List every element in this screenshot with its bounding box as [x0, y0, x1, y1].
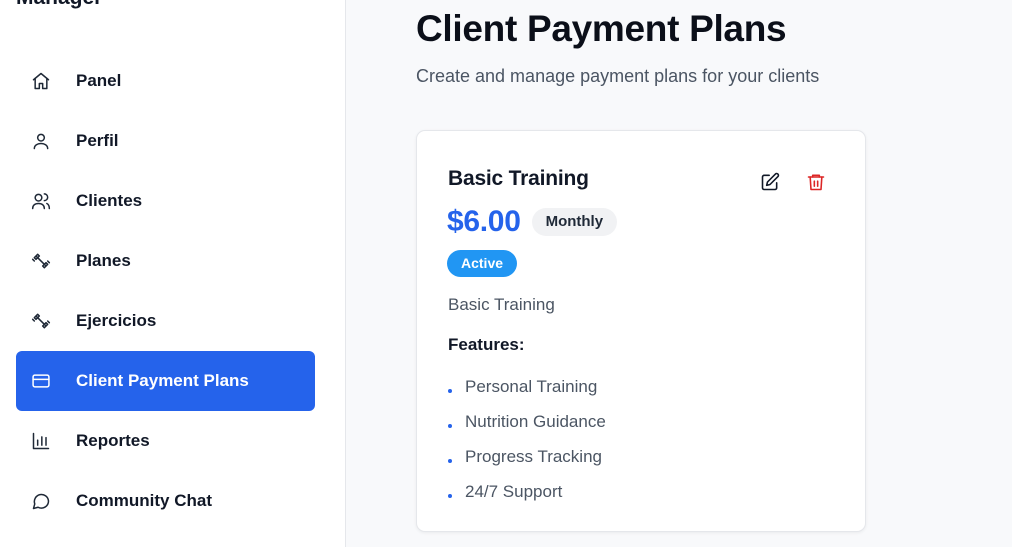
features-list: Personal Training Nutrition Guidance Pro…: [448, 369, 606, 509]
credit-card-icon: [30, 370, 52, 392]
sidebar-item-label: Perfil: [76, 131, 119, 150]
sidebar-item-label: Client Payment Plans: [76, 371, 249, 390]
sidebar-item-perfil[interactable]: Perfil: [16, 111, 315, 171]
app-root: Manager Panel Perfil Clientes: [0, 0, 1012, 547]
delete-plan-button[interactable]: [803, 169, 829, 195]
sidebar-item-label: Clientes: [76, 191, 143, 210]
home-icon: [30, 70, 52, 92]
plan-description: Basic Training: [448, 295, 555, 314]
page-title: Client Payment Plans: [416, 8, 787, 49]
sidebar-nav: Panel Perfil Clientes Planes Ejercicios …: [16, 51, 315, 531]
sidebar-item-label: Planes: [76, 251, 131, 270]
sidebar-item-clientes[interactable]: Clientes: [16, 171, 315, 231]
sidebar-item-client-payment-plans[interactable]: Client Payment Plans: [16, 351, 315, 411]
edit-plan-button[interactable]: [757, 169, 783, 195]
feature-label: 24/7 Support: [465, 481, 563, 501]
sidebar-item-reportes[interactable]: Reportes: [16, 411, 315, 471]
list-item: Nutrition Guidance: [448, 404, 606, 439]
page-subtitle: Create and manage payment plans for your…: [416, 66, 820, 86]
brand-title: Manager: [16, 0, 102, 10]
edit-icon: [761, 172, 780, 191]
dumbbell-icon: [30, 310, 52, 332]
price-row: $6.00 Monthly: [447, 205, 618, 239]
feature-label: Personal Training: [465, 376, 598, 396]
sidebar-item-label: Reportes: [76, 431, 150, 450]
list-item: Personal Training: [448, 369, 606, 404]
list-item: Progress Tracking: [448, 439, 606, 474]
trash-icon: [807, 174, 825, 191]
payment-plan-card: Basic Training $6.00 Monthly Active Basi…: [416, 130, 866, 532]
plan-name: Basic Training: [448, 167, 589, 190]
dumbbell-icon: [30, 250, 52, 272]
sidebar-item-label: Ejercicios: [76, 311, 157, 330]
user-icon: [30, 130, 52, 152]
feature-label: Nutrition Guidance: [465, 411, 606, 431]
sidebar-item-label: Community Chat: [76, 491, 212, 510]
plan-actions: [757, 169, 829, 195]
frequency-badge: Monthly: [531, 208, 618, 236]
bullet-icon: [448, 493, 452, 498]
bullet-icon: [448, 388, 452, 393]
list-item: 24/7 Support: [448, 474, 606, 509]
sidebar-item-community-chat[interactable]: Community Chat: [16, 471, 315, 531]
sidebar-item-planes[interactable]: Planes: [16, 231, 315, 291]
users-icon: [30, 190, 52, 212]
message-circle-icon: [30, 490, 52, 512]
main-content: Client Payment Plans Create and manage p…: [346, 0, 1012, 547]
sidebar: Manager Panel Perfil Clientes: [0, 0, 346, 547]
sidebar-item-ejercicios[interactable]: Ejercicios: [16, 291, 315, 351]
features-title: Features:: [448, 335, 525, 354]
sidebar-item-label: Panel: [76, 71, 122, 90]
bar-chart-icon: [30, 430, 52, 452]
bullet-icon: [448, 458, 452, 463]
plan-price: $6.00: [447, 205, 521, 238]
feature-label: Progress Tracking: [465, 446, 602, 466]
status-badge: Active: [447, 250, 518, 277]
bullet-icon: [448, 423, 452, 428]
sidebar-item-panel[interactable]: Panel: [16, 51, 315, 111]
